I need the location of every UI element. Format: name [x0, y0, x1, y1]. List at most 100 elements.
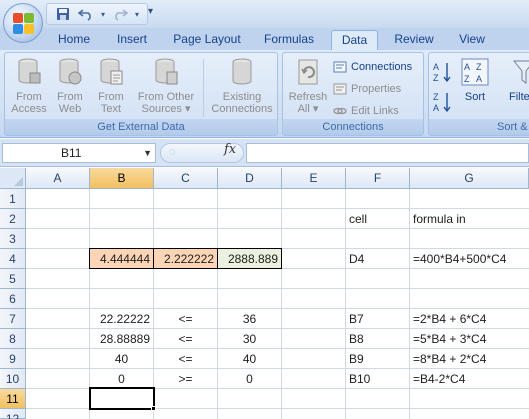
row-header-2[interactable]: 2 — [0, 209, 26, 229]
cell-f8[interactable]: B8 — [346, 329, 410, 349]
cell-g8[interactable]: =5*B4 + 3*C4 — [410, 329, 529, 349]
cell-f2[interactable]: cell — [346, 209, 410, 229]
redo-icon[interactable] — [110, 5, 130, 23]
sort-button[interactable]: AZZA Sort — [457, 57, 493, 103]
row-header-6[interactable]: 6 — [0, 289, 26, 309]
row-header-8[interactable]: 8 — [0, 329, 26, 349]
column-header-g[interactable]: G — [410, 168, 529, 189]
cell-g9[interactable]: =8*B4 + 2*C4 — [410, 349, 529, 369]
worksheet-grid[interactable]: A B C D E F G 1 2 3 4 5 6 7 8 9 10 11 12… — [0, 168, 529, 419]
filter-button[interactable]: Filte — [501, 57, 529, 103]
refresh-all-button[interactable]: Refresh All ▾ — [285, 57, 331, 115]
cell-c9[interactable]: <= — [154, 349, 217, 369]
cell-c8[interactable]: <= — [154, 329, 217, 349]
cell-f4[interactable]: D4 — [346, 249, 410, 269]
row-header-12[interactable]: 12 — [0, 409, 26, 419]
cell-d8[interactable]: 30 — [218, 329, 281, 349]
row-header-9[interactable]: 9 — [0, 349, 26, 369]
svg-text:A: A — [433, 103, 439, 113]
cell-f7[interactable]: B7 — [346, 309, 410, 329]
column-header-e[interactable]: E — [282, 168, 346, 189]
row-header-5[interactable]: 5 — [0, 269, 26, 289]
tab-review[interactable]: Review — [388, 30, 440, 50]
tab-home[interactable]: Home — [50, 30, 98, 50]
connections-group: Refresh All ▾ Connections Properties Edi… — [282, 52, 424, 136]
row-header-1[interactable]: 1 — [0, 189, 26, 209]
select-all-corner[interactable] — [0, 168, 26, 189]
sort-dialog-icon: AZZA — [460, 57, 490, 87]
properties-button[interactable]: Properties — [333, 80, 401, 98]
name-box-dropdown-icon[interactable]: ▼ — [143, 144, 152, 162]
sort-ascending-button[interactable]: AZ — [433, 61, 453, 83]
cell-b9[interactable]: 40 — [90, 349, 153, 369]
cell-b4[interactable]: 4.444444 — [89, 248, 154, 269]
row-header-4[interactable]: 4 — [0, 249, 26, 269]
cell-f10[interactable]: B10 — [346, 369, 410, 389]
cell-c10[interactable]: >= — [154, 369, 217, 389]
connections-icon — [333, 61, 347, 73]
sort-az-icon: AZ — [433, 62, 451, 83]
cell-b10[interactable]: 0 — [90, 369, 153, 389]
save-icon[interactable] — [53, 5, 73, 23]
tab-data[interactable]: Data — [331, 30, 378, 50]
column-header-f[interactable]: F — [346, 168, 410, 189]
cell-b8[interactable]: 28.88889 — [90, 329, 153, 349]
fill-handle[interactable] — [151, 406, 156, 411]
cell-f9[interactable]: B9 — [346, 349, 410, 369]
row-header-3[interactable]: 3 — [0, 229, 26, 249]
filter-funnel-icon — [509, 57, 529, 87]
other-sources-icon — [151, 57, 181, 87]
sort-descending-button[interactable]: ZA — [433, 91, 453, 113]
cell-d10[interactable]: 0 — [218, 369, 281, 389]
active-cell-b11[interactable] — [89, 387, 155, 410]
from-text-button[interactable]: From Text — [91, 57, 131, 115]
edit-links-button[interactable]: Edit Links — [333, 102, 399, 120]
cell-c4[interactable]: 2.222222 — [153, 248, 218, 269]
cell-b7[interactable]: 22.22222 — [90, 309, 153, 329]
get-external-data-group: From Access From Web From Text From Othe… — [4, 52, 278, 136]
from-other-sources-button[interactable]: From Other Sources ▾ — [133, 57, 199, 115]
tab-page-layout[interactable]: Page Layout — [166, 30, 248, 50]
customize-toolbar-icon[interactable]: ▾ — [148, 6, 153, 17]
cell-d7[interactable]: 36 — [218, 309, 281, 329]
cell-g10[interactable]: =B4-2*C4 — [410, 369, 529, 389]
ribbon: From Access From Web From Text From Othe… — [0, 50, 529, 138]
office-button[interactable] — [3, 3, 43, 43]
cell-c7[interactable]: <= — [154, 309, 217, 329]
column-header-a[interactable]: A — [26, 168, 90, 189]
cell-d4[interactable]: 2888.889 — [217, 248, 282, 269]
svg-text:Z: Z — [476, 62, 482, 72]
quick-access-toolbar: ▾ ▾ — [46, 3, 148, 25]
existing-connections-button[interactable]: Existing Connections — [207, 57, 277, 115]
row-header-10[interactable]: 10 — [0, 369, 26, 389]
sort-filter-label: Sort & — [429, 119, 529, 135]
cell-g4[interactable]: =400*B4+500*C4 — [410, 249, 529, 269]
tab-view[interactable]: View — [450, 30, 494, 50]
undo-icon[interactable] — [76, 5, 96, 23]
insert-function-icon[interactable]: fx — [224, 142, 236, 157]
svg-text:A: A — [464, 62, 470, 72]
database-icon — [14, 57, 44, 87]
tab-insert[interactable]: Insert — [108, 30, 156, 50]
column-header-c[interactable]: C — [154, 168, 218, 189]
connections-button[interactable]: Connections — [333, 58, 412, 76]
connections-label: Connections — [283, 119, 423, 135]
undo-dropdown-icon[interactable]: ▾ — [99, 5, 107, 23]
globe-database-icon — [55, 57, 85, 87]
cell-g2[interactable]: formula in — [410, 209, 529, 229]
row-header-7[interactable]: 7 — [0, 309, 26, 329]
redo-dropdown-icon[interactable]: ▾ — [133, 5, 141, 23]
cell-g7[interactable]: =2*B4 + 6*C4 — [410, 309, 529, 329]
column-header-d[interactable]: D — [218, 168, 282, 189]
from-access-button[interactable]: From Access — [7, 57, 51, 115]
link-icon — [333, 107, 347, 115]
sort-filter-group: AZ ZA AZZA Sort Filte Sort & — [428, 52, 529, 136]
row-header-11[interactable]: 11 — [0, 389, 26, 409]
from-web-button[interactable]: From Web — [51, 57, 89, 115]
name-box[interactable]: B11 ▼ — [2, 143, 156, 163]
formula-input[interactable] — [246, 143, 529, 163]
cell-d9[interactable]: 40 — [218, 349, 281, 369]
tab-formulas[interactable]: Formulas — [258, 30, 320, 50]
existing-connections-icon — [227, 57, 257, 87]
column-header-b[interactable]: B — [90, 168, 154, 189]
